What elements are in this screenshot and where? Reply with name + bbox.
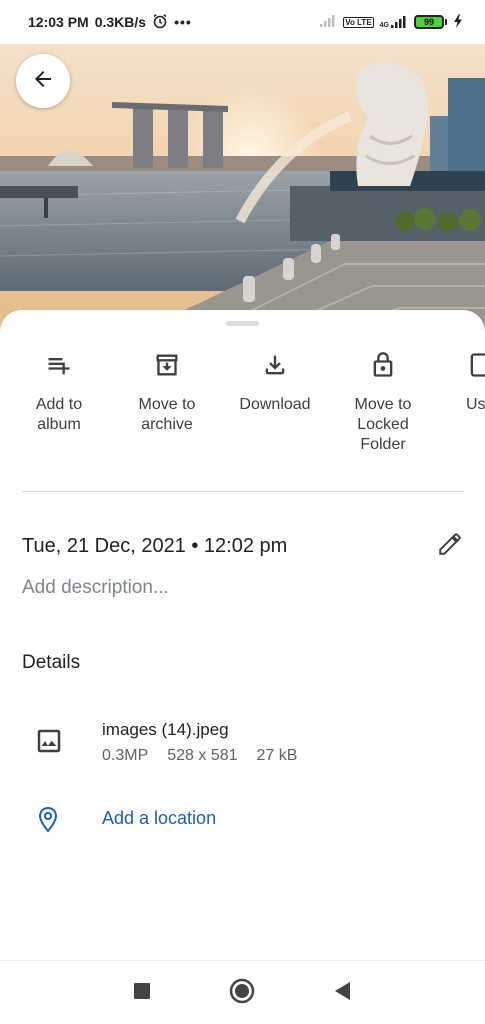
battery-level: 99 — [414, 15, 444, 29]
photo-viewer[interactable] — [0, 36, 485, 336]
back-button[interactable] — [16, 54, 70, 108]
battery-indicator: 99 — [414, 15, 447, 29]
back-nav-button[interactable] — [312, 961, 372, 1024]
status-speed: 0.3KB/s — [94, 14, 147, 30]
singapore-skyline-photo — [0, 36, 485, 336]
lock-icon — [328, 348, 438, 382]
action-row: Add to album Move to archive Download Mo… — [0, 348, 485, 468]
download-label: Download — [239, 396, 311, 413]
location-pin-icon[interactable] — [36, 806, 60, 839]
circle-home-icon — [229, 978, 255, 1009]
use-as-action[interactable]: Us — [436, 348, 485, 415]
charging-icon — [453, 13, 463, 31]
status-bar: 12:03 PM 0.3KB/s ••• Vo LTE 4G 99 — [0, 0, 485, 44]
use-as-label: Us — [466, 396, 485, 413]
file-megapixels: 0.3MP — [102, 747, 149, 764]
move-to-archive-label: Move to archive — [138, 396, 196, 433]
file-dimensions: 528 x 581 — [167, 747, 238, 764]
date-row: Tue, 21 Dec, 2021 • 12:02 pm — [22, 532, 463, 560]
status-left: 12:03 PM 0.3KB/s ••• — [28, 13, 192, 32]
archive-icon — [112, 348, 222, 382]
arrow-back-icon — [31, 67, 55, 96]
system-nav-bar — [0, 960, 485, 1024]
volte-badge: Vo LTE — [343, 16, 374, 28]
file-name: images (14).jpeg — [102, 720, 229, 739]
file-size: 27 kB — [256, 747, 298, 764]
download-action[interactable]: Download — [220, 348, 330, 415]
network-type: 4G — [379, 22, 389, 29]
details-heading: Details — [22, 652, 81, 673]
square-icon — [133, 982, 151, 1005]
signal-icon-sim2: 4G — [380, 15, 408, 29]
playlist-add-icon — [4, 348, 114, 382]
info-sheet: Add to album Move to archive Download Mo… — [0, 310, 485, 960]
drag-handle[interactable] — [226, 321, 259, 326]
divider — [22, 491, 463, 492]
add-to-album-label: Add to album — [35, 396, 83, 433]
add-to-album-action[interactable]: Add to album — [4, 348, 114, 435]
move-to-archive-action[interactable]: Move to archive — [112, 348, 222, 435]
move-to-locked-folder-action[interactable]: Move to Locked Folder — [328, 348, 438, 455]
edit-pencil-icon[interactable] — [437, 531, 463, 562]
signal-icon-sim1 — [319, 14, 337, 31]
triangle-back-icon — [333, 981, 351, 1006]
device-icon — [466, 348, 485, 382]
move-to-locked-folder-label: Move to Locked Folder — [354, 396, 412, 453]
file-meta: 0.3MP 528 x 581 27 kB — [102, 747, 297, 765]
status-right: Vo LTE 4G 99 — [319, 13, 463, 31]
recents-button[interactable] — [112, 961, 172, 1024]
home-button[interactable] — [212, 961, 272, 1024]
photo-datetime: Tue, 21 Dec, 2021 • 12:02 pm — [22, 534, 288, 557]
battery-tip — [445, 19, 447, 25]
more-dots-icon: ••• — [174, 14, 192, 30]
status-time: 12:03 PM — [28, 14, 89, 30]
alarm-icon — [152, 13, 168, 32]
image-icon — [34, 726, 64, 761]
add-location-link[interactable]: Add a location — [102, 808, 216, 829]
description-input[interactable]: Add description... — [22, 577, 169, 599]
download-icon — [220, 348, 330, 382]
